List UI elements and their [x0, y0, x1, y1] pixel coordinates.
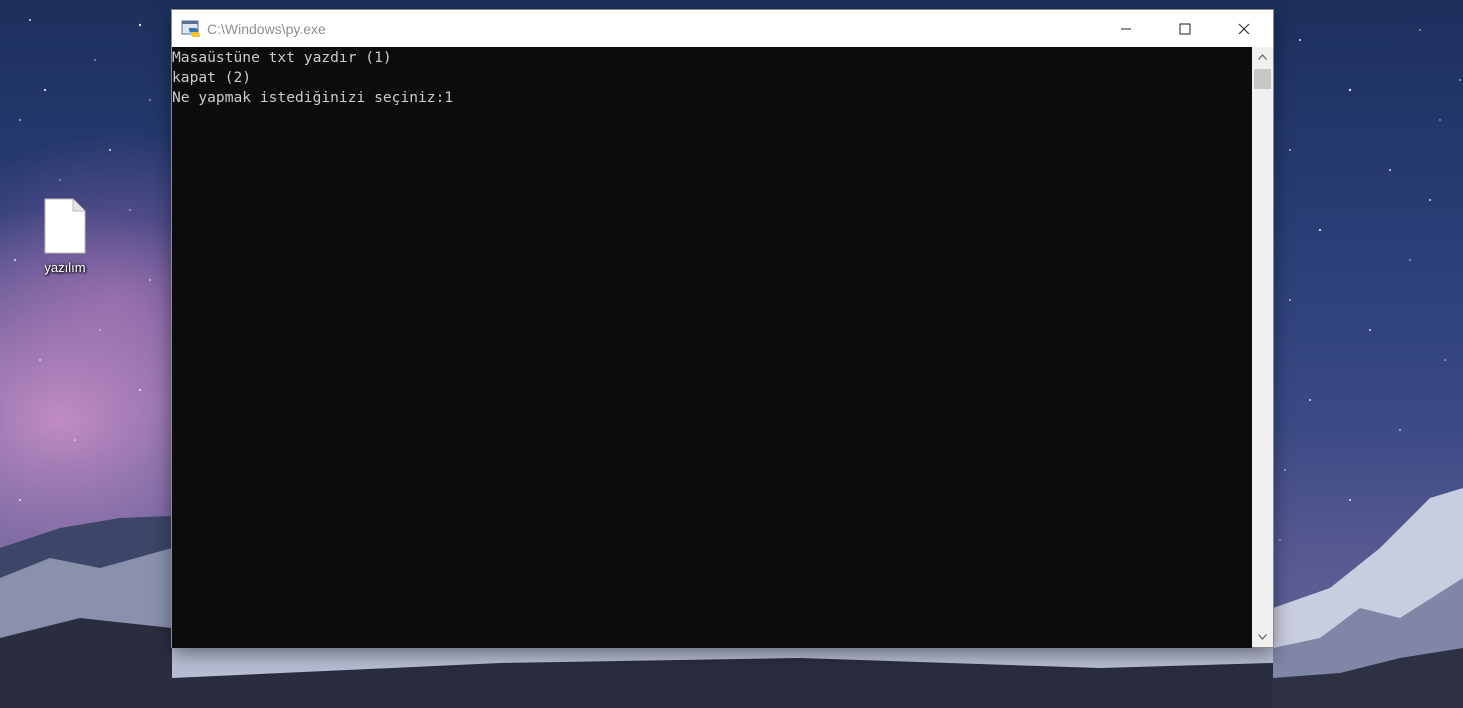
scrollbar-thumb[interactable] [1254, 69, 1271, 89]
console-line: kapat (2) [172, 69, 252, 86]
scroll-up-button[interactable] [1252, 47, 1273, 67]
console-line: Ne yapmak istediğinizi seçiniz:1 [172, 89, 454, 106]
minimize-button[interactable] [1096, 10, 1155, 47]
vertical-scrollbar[interactable] [1252, 47, 1273, 647]
console-output[interactable]: Masaüstüne txt yazdır (1) kapat (2) Ne y… [172, 47, 1252, 648]
minimize-icon [1120, 28, 1131, 29]
chevron-up-icon [1258, 54, 1267, 60]
scroll-down-button[interactable] [1252, 627, 1273, 647]
close-button[interactable] [1214, 10, 1273, 47]
title-bar[interactable]: C:\Windows\py.exe [172, 10, 1273, 47]
desktop-icon-yazilim[interactable]: yazılım [30, 198, 100, 275]
python-launcher-icon [181, 20, 200, 37]
text-file-icon [44, 198, 86, 254]
console-window[interactable]: C:\Windows\py.exe Masaüstüne txt yazdır … [172, 10, 1273, 648]
maximize-icon [1179, 23, 1190, 34]
console-line: Masaüstüne txt yazdır (1) [172, 49, 392, 66]
close-icon [1238, 23, 1249, 34]
maximize-button[interactable] [1155, 10, 1214, 47]
window-title: C:\Windows\py.exe [207, 20, 326, 37]
desktop-icon-label: yazılım [44, 260, 86, 275]
chevron-down-icon [1258, 634, 1267, 640]
